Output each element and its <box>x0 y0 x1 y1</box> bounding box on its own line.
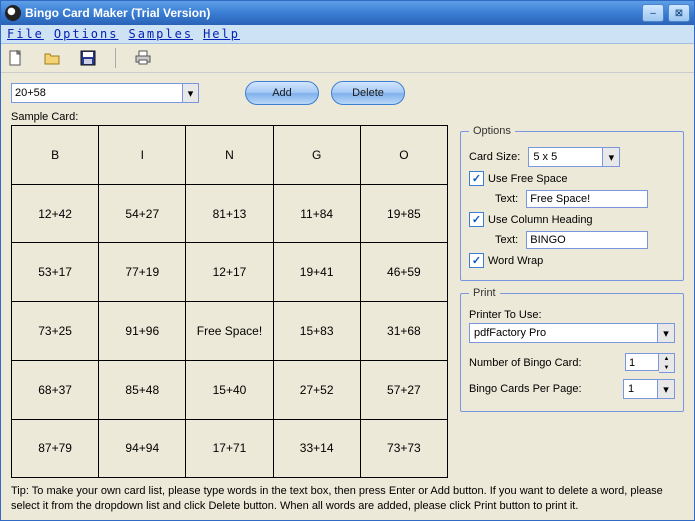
chevron-down-icon[interactable]: ▾ <box>657 380 674 398</box>
use-column-heading-checkbox[interactable]: ✓ <box>469 212 484 227</box>
save-floppy-icon[interactable] <box>79 49 97 67</box>
printer-label: Printer To Use: <box>469 309 675 321</box>
num-cards-value[interactable]: 1 <box>625 353 659 371</box>
bingo-cell: 91+96 <box>99 302 186 361</box>
word-entry-combo[interactable]: ▾ <box>11 83 199 103</box>
per-page-label: Bingo Cards Per Page: <box>469 383 582 395</box>
free-space-text-label: Text: <box>495 193 518 205</box>
minimize-button[interactable]: – <box>642 4 664 22</box>
bingo-cell: 15+40 <box>186 360 273 419</box>
bingo-cell: 94+94 <box>99 419 186 478</box>
menu-samples[interactable]: Samples <box>128 27 193 41</box>
per-page-select[interactable]: 1 ▾ <box>623 379 675 399</box>
bingo-cell: 27+52 <box>273 360 360 419</box>
delete-button[interactable]: Delete <box>331 81 405 105</box>
bingo-header: B <box>12 126 99 185</box>
sample-card-label: Sample Card: <box>11 111 684 123</box>
spinner-up-icon[interactable]: ▲ <box>659 354 674 363</box>
options-fieldset: Options Card Size: 5 x 5 ▾ ✓ Use Free Sp… <box>460 125 684 281</box>
bingo-cell: 19+41 <box>273 243 360 302</box>
bingo-cell: 85+48 <box>99 360 186 419</box>
bingo-cell: 11+84 <box>273 184 360 243</box>
bingo-header: I <box>99 126 186 185</box>
bingo-cell: 17+71 <box>186 419 273 478</box>
add-button[interactable]: Add <box>245 81 319 105</box>
word-wrap-checkbox[interactable]: ✓ <box>469 253 484 268</box>
chevron-down-icon[interactable]: ▾ <box>657 324 674 342</box>
bingo-cell: 81+13 <box>186 184 273 243</box>
bingo-header: N <box>186 126 273 185</box>
open-folder-icon[interactable] <box>43 49 61 67</box>
toolbar-separator <box>115 48 116 68</box>
bingo-cell: Free Space! <box>186 302 273 361</box>
chevron-down-icon[interactable]: ▾ <box>602 148 619 166</box>
word-entry-input[interactable] <box>11 83 183 103</box>
use-free-space-checkbox[interactable]: ✓ <box>469 171 484 186</box>
bingo-cell: 12+42 <box>12 184 99 243</box>
table-row: 12+4254+2781+1311+8419+85 <box>12 184 448 243</box>
close-button[interactable]: ⊠ <box>668 4 690 22</box>
bingo-cell: 57+27 <box>360 360 447 419</box>
bingo-cell: 15+83 <box>273 302 360 361</box>
card-size-value: 5 x 5 <box>529 151 602 163</box>
use-free-space-label: Use Free Space <box>488 173 567 185</box>
bingo-cell: 19+85 <box>360 184 447 243</box>
spinner-down-icon[interactable]: ▼ <box>659 363 674 372</box>
bingo-cell: 53+17 <box>12 243 99 302</box>
printer-select[interactable]: pdfFactory Pro ▾ <box>469 323 675 343</box>
bingo-header: O <box>360 126 447 185</box>
num-cards-label: Number of Bingo Card: <box>469 357 582 369</box>
tip-text: Tip: To make your own card list, please … <box>11 484 684 514</box>
card-size-label: Card Size: <box>469 151 520 163</box>
new-document-icon[interactable] <box>7 49 25 67</box>
bingo-cell: 68+37 <box>12 360 99 419</box>
bingo-cell: 73+25 <box>12 302 99 361</box>
bingo-cell: 33+14 <box>273 419 360 478</box>
print-icon[interactable] <box>134 49 152 67</box>
menu-help[interactable]: Help <box>203 27 240 41</box>
table-row: 53+1777+1912+1719+4146+59 <box>12 243 448 302</box>
printer-value: pdfFactory Pro <box>470 327 657 339</box>
app-window: Bingo Card Maker (Trial Version) – ⊠ Fil… <box>0 0 695 521</box>
bingo-cell: 46+59 <box>360 243 447 302</box>
word-wrap-label: Word Wrap <box>488 255 543 267</box>
menu-file[interactable]: File <box>7 27 44 41</box>
title-bar: Bingo Card Maker (Trial Version) – ⊠ <box>1 1 694 25</box>
word-entry-dropdown[interactable]: ▾ <box>183 83 199 103</box>
bingo-cell: 31+68 <box>360 302 447 361</box>
column-heading-text-label: Text: <box>495 234 518 246</box>
bingo-header: G <box>273 126 360 185</box>
menu-options[interactable]: Options <box>54 27 119 41</box>
per-page-value: 1 <box>624 383 657 395</box>
print-legend: Print <box>469 287 500 299</box>
toolbar <box>1 44 694 73</box>
num-cards-spinner[interactable]: 1 ▲▼ <box>625 353 675 373</box>
bingo-cell: 73+73 <box>360 419 447 478</box>
options-legend: Options <box>469 125 515 137</box>
table-row: 68+3785+4815+4027+5257+27 <box>12 360 448 419</box>
column-heading-text-input[interactable] <box>526 231 648 249</box>
use-column-heading-label: Use Column Heading <box>488 214 593 226</box>
app-icon <box>5 5 21 21</box>
card-size-select[interactable]: 5 x 5 ▾ <box>528 147 620 167</box>
bingo-cell: 77+19 <box>99 243 186 302</box>
table-row: 73+2591+96Free Space!15+8331+68 <box>12 302 448 361</box>
menu-bar: File Options Samples Help <box>1 25 694 44</box>
print-fieldset: Print Printer To Use: pdfFactory Pro ▾ N… <box>460 287 684 412</box>
bingo-cell: 87+79 <box>12 419 99 478</box>
bingo-card-grid: B I N G O 12+4254+2781+1311+8419+85 53+1… <box>11 125 448 478</box>
bingo-cell: 54+27 <box>99 184 186 243</box>
table-row: B I N G O <box>12 126 448 185</box>
window-title: Bingo Card Maker (Trial Version) <box>25 6 642 20</box>
table-row: 87+7994+9417+7133+1473+73 <box>12 419 448 478</box>
free-space-text-input[interactable] <box>526 190 648 208</box>
bingo-cell: 12+17 <box>186 243 273 302</box>
